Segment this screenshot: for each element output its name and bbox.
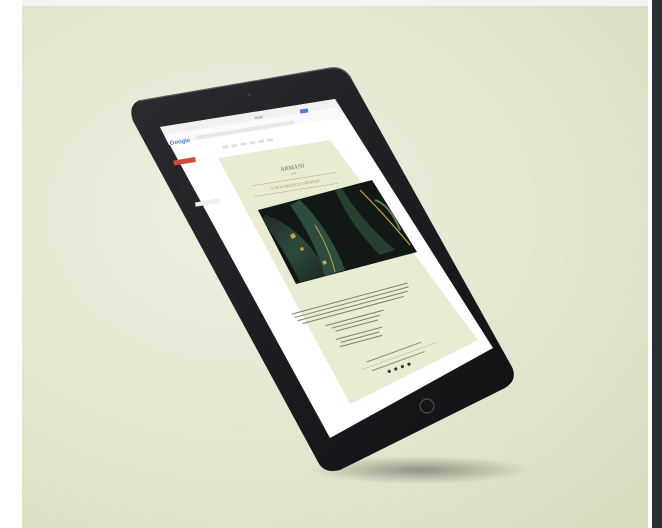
front-camera — [247, 93, 251, 97]
scene: Gmail Google Inbox Starred Sent Mail Dra… — [0, 0, 662, 528]
tablet-illustration: Gmail Google Inbox Starred Sent Mail Dra… — [131, 67, 530, 484]
home-button[interactable] — [419, 398, 435, 414]
